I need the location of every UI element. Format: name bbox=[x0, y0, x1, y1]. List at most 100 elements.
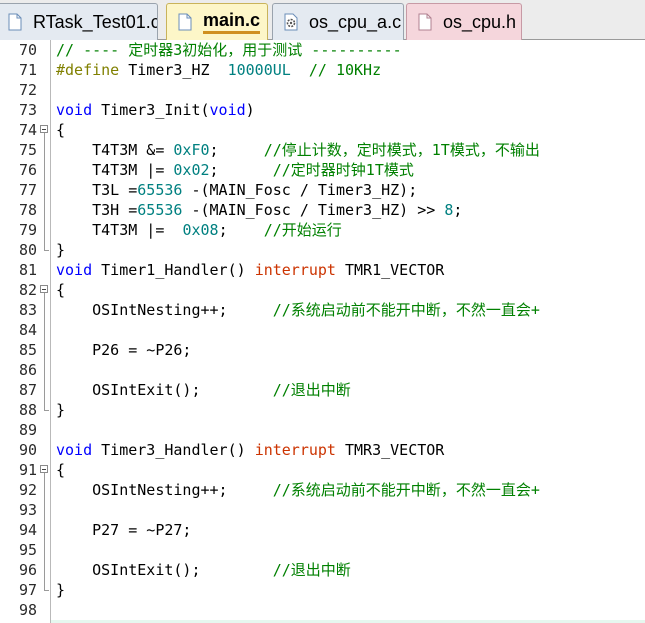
code-line[interactable]: 97} bbox=[0, 580, 645, 600]
code-line[interactable]: 92 OSIntNesting++; //系统启动前不能开中断，不然一直会+ bbox=[0, 480, 645, 500]
line-number: 71 bbox=[18, 61, 37, 79]
code-text: // ---- 定时器3初始化，用于测试 ---------- bbox=[56, 41, 402, 59]
code-line[interactable]: 81 void Timer1_Handler() interrupt TMR1_V… bbox=[0, 260, 645, 280]
fold-collapse-icon[interactable] bbox=[40, 285, 48, 293]
code-line[interactable]: 94 P27 = ~P27; bbox=[0, 520, 645, 540]
code-line[interactable]: 96 OSIntExit(); //退出中断 bbox=[0, 560, 645, 580]
line-number: 84 bbox=[18, 321, 37, 339]
line-number: 73 bbox=[18, 101, 37, 119]
line-number: 85 bbox=[18, 341, 37, 359]
code-text: OSIntExit(); //退出中断 bbox=[56, 561, 351, 579]
code-line[interactable]: 98 bbox=[0, 600, 645, 620]
code-line[interactable]: 95 bbox=[0, 540, 645, 560]
code-text: T3L =65536 -(MAIN_Fosc / Timer3_HZ); bbox=[56, 181, 418, 199]
fold-collapse-icon[interactable] bbox=[40, 465, 48, 473]
line-number: 94 bbox=[18, 521, 37, 539]
code-text: { bbox=[56, 121, 66, 139]
code-text: T4T3M |= 0x08; //开始运行 bbox=[56, 221, 342, 239]
line-number: 98 bbox=[18, 601, 37, 619]
code-text: { bbox=[56, 461, 66, 479]
line-number: 75 bbox=[18, 141, 37, 159]
code-line[interactable]: 86 bbox=[0, 360, 645, 380]
code-text: } bbox=[56, 581, 66, 599]
code-text: OSIntNesting++; //系统启动前不能开中断，不然一直会+ bbox=[56, 481, 540, 499]
line-number: 93 bbox=[18, 501, 37, 519]
fold-guide-line bbox=[44, 133, 45, 250]
code-text: OSIntExit(); //退出中断 bbox=[56, 381, 351, 399]
line-number: 91 bbox=[18, 461, 37, 479]
code-line[interactable]: 70 // ---- 定时器3初始化，用于测试 ---------- bbox=[0, 40, 645, 60]
h-file-icon bbox=[418, 13, 432, 31]
code-text: } bbox=[56, 241, 66, 259]
code-line[interactable]: 84 bbox=[0, 320, 645, 340]
code-text: void Timer3_Handler() interrupt TMR3_VEC… bbox=[56, 441, 445, 459]
line-number: 92 bbox=[18, 481, 37, 499]
code-line[interactable]: 75 T4T3M &= 0xF0; //停止计数，定时模式，1T模式，不输出 bbox=[0, 140, 645, 160]
line-number: 78 bbox=[18, 201, 37, 219]
code-text: { bbox=[56, 281, 66, 299]
code-line[interactable]: 89 bbox=[0, 420, 645, 440]
code-line[interactable]: 85 P26 = ~P26; bbox=[0, 340, 645, 360]
code-line[interactable]: 71 #define Timer3_HZ 10000UL // 10KHz bbox=[0, 60, 645, 80]
tab-main-c[interactable]: main.c bbox=[166, 3, 268, 40]
code-line[interactable]: 90 void Timer3_Handler() interrupt TMR3_V… bbox=[0, 440, 645, 460]
code-line[interactable]: 82 { bbox=[0, 280, 645, 300]
code-text: T3H =65536 -(MAIN_Fosc / Timer3_HZ) >> 8… bbox=[56, 201, 463, 219]
fold-collapse-icon[interactable] bbox=[40, 125, 48, 133]
line-number: 80 bbox=[18, 241, 37, 259]
line-number: 74 bbox=[18, 121, 37, 139]
line-number: 81 bbox=[18, 261, 37, 279]
tab-os-cpu-h[interactable]: os_cpu.h bbox=[406, 3, 522, 40]
code-text: } bbox=[56, 401, 66, 419]
line-number: 82 bbox=[18, 281, 37, 299]
code-line[interactable]: 72 bbox=[0, 80, 645, 100]
asm-gear-file-icon bbox=[284, 13, 298, 31]
code-line[interactable]: 78 T3H =65536 -(MAIN_Fosc / Timer3_HZ) >… bbox=[0, 200, 645, 220]
code-line[interactable]: 80} bbox=[0, 240, 645, 260]
code-text: void Timer3_Init(void) bbox=[56, 101, 255, 119]
code-line[interactable]: 83 OSIntNesting++; //系统启动前不能开中断，不然一直会+ bbox=[0, 300, 645, 320]
code-line[interactable]: 73 void Timer3_Init(void) bbox=[0, 100, 645, 120]
code-line[interactable]: 91 { bbox=[0, 460, 645, 480]
tab-label: os_cpu.h bbox=[443, 11, 517, 32]
tab-label: os_cpu_a.c bbox=[309, 11, 402, 32]
c-file-icon bbox=[8, 13, 22, 31]
line-number: 83 bbox=[18, 301, 37, 319]
code-line[interactable]: 93 bbox=[0, 500, 645, 520]
tab-rtask-test01[interactable]: RTask_Test01.c bbox=[0, 3, 158, 40]
code-line[interactable]: 76 T4T3M |= 0x02; //定时器时钟1T模式 bbox=[0, 160, 645, 180]
c-file-icon bbox=[178, 13, 192, 31]
line-number: 77 bbox=[18, 181, 37, 199]
tab-os-cpu-a-c[interactable]: os_cpu_a.c bbox=[272, 3, 404, 40]
tab-label: RTask_Test01.c bbox=[33, 11, 158, 32]
line-number: 79 bbox=[18, 221, 37, 239]
line-number: 72 bbox=[18, 81, 37, 99]
line-number: 86 bbox=[18, 361, 37, 379]
line-number: 88 bbox=[18, 401, 37, 419]
line-number: 87 bbox=[18, 381, 37, 399]
code-text: P27 = ~P27; bbox=[56, 521, 192, 539]
code-text: void Timer1_Handler() interrupt TMR1_VEC… bbox=[56, 261, 445, 279]
code-line[interactable]: 79 T4T3M |= 0x08; //开始运行 bbox=[0, 220, 645, 240]
tab-label: main.c bbox=[203, 10, 261, 34]
code-editor[interactable]: 70 // ---- 定时器3初始化，用于测试 ---------- 71 #defi… bbox=[0, 40, 645, 623]
line-number: 76 bbox=[18, 161, 37, 179]
code-text: #define Timer3_HZ 10000UL // 10KHz bbox=[56, 61, 382, 79]
code-text: T4T3M &= 0xF0; //停止计数，定时模式，1T模式，不输出 bbox=[56, 141, 540, 159]
line-number: 70 bbox=[18, 41, 37, 59]
code-text: T4T3M |= 0x02; //定时器时钟1T模式 bbox=[56, 161, 414, 179]
fold-guide-line bbox=[44, 293, 45, 410]
fold-guide-line bbox=[44, 473, 45, 590]
code-line[interactable]: 88} bbox=[0, 400, 645, 420]
code-text: P26 = ~P26; bbox=[56, 341, 192, 359]
line-number: 90 bbox=[18, 441, 37, 459]
line-number: 96 bbox=[18, 561, 37, 579]
line-number: 89 bbox=[18, 421, 37, 439]
code-line[interactable]: 87 OSIntExit(); //退出中断 bbox=[0, 380, 645, 400]
editor-tab-bar: RTask_Test01.c main.c os_cpu_a.c os_cpu.… bbox=[0, 0, 645, 40]
code-line[interactable]: 77 T3L =65536 -(MAIN_Fosc / Timer3_HZ); bbox=[0, 180, 645, 200]
line-number: 95 bbox=[18, 541, 37, 559]
line-number: 97 bbox=[18, 581, 37, 599]
code-text: OSIntNesting++; //系统启动前不能开中断，不然一直会+ bbox=[56, 301, 540, 319]
code-line[interactable]: 74 { bbox=[0, 120, 645, 140]
